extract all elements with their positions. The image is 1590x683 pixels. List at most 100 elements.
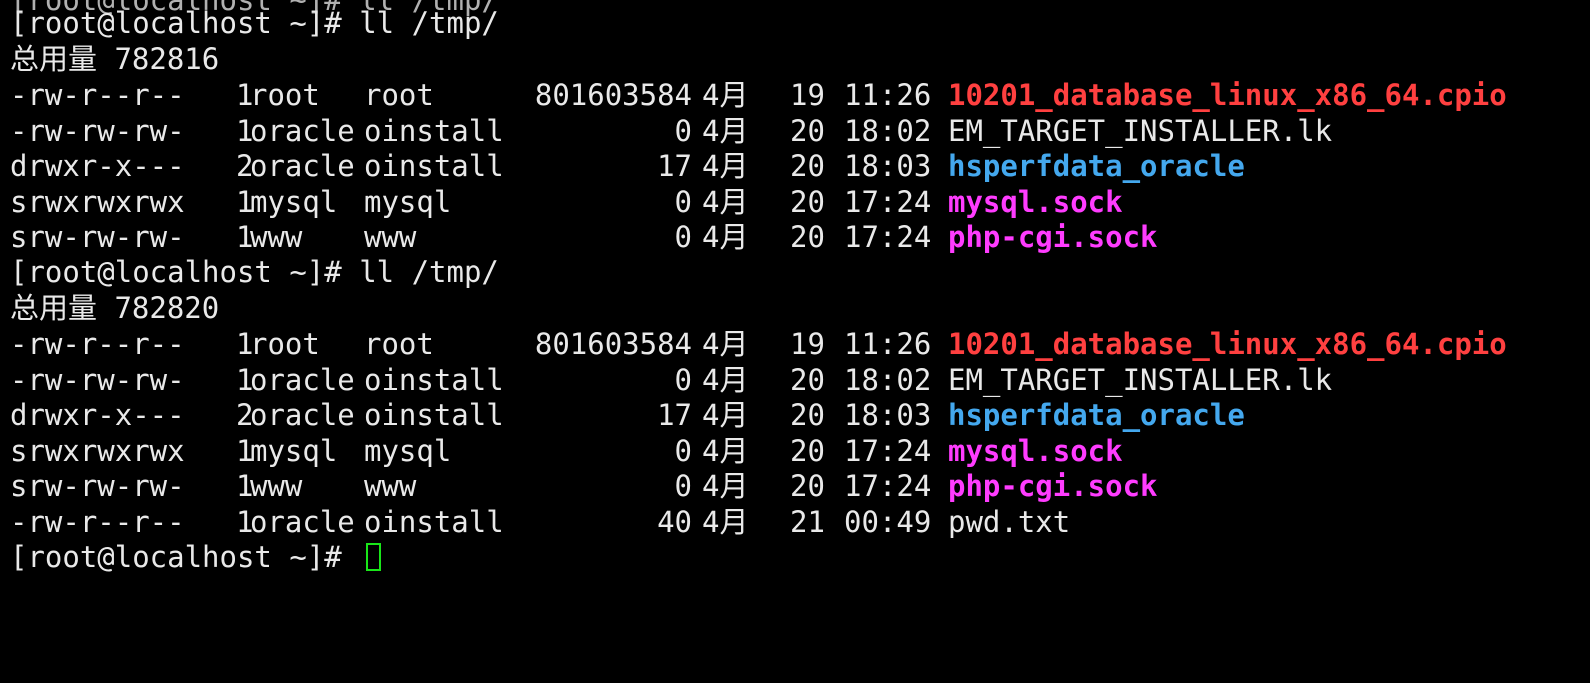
file-name-text[interactable]: pwd.txt [948,504,1070,540]
group-text: www [364,469,417,503]
day-text: 20 [790,398,825,432]
owner-text: mysql [250,184,338,219]
file-name-text[interactable]: php-cgi.sock [948,219,1158,255]
permissions-text: srw-rw-rw- [10,469,185,503]
owner-text: www [250,220,303,254]
file-name-text[interactable]: hsperfdata_oracle [948,397,1245,433]
file-name-text[interactable]: EM_TARGET_INSTALLER.lk [948,362,1332,398]
file-size-text: 801603584 [534,327,692,361]
group-text: root [364,327,434,361]
owner-text: oracle [250,504,355,539]
day-text: 20 [790,433,825,468]
time-text: 17:24 [844,469,932,503]
file-size-text: 0 [674,113,692,148]
month-text: 4月 [702,184,749,219]
group-text: oinstall [364,398,504,432]
day-text: 20 [790,220,825,254]
prompt-text: [root@localhost ~]# ll /tmp/ [10,255,499,289]
time-text: 11:26 [844,78,932,112]
file-name-text[interactable]: EM_TARGET_INSTALLER.lk [948,113,1332,149]
owner-text: oracle [250,149,355,183]
time-text: 18:02 [844,362,932,397]
month-text: 4月 [702,113,749,148]
group-text: mysql [364,433,452,468]
permissions-text: -rw-r--r-- [10,78,185,112]
command-prompt-2: [root@localhost ~]# ll /tmp/ [10,254,499,290]
time-text: 18:03 [844,149,932,183]
permissions-text: -rw-r--r-- [10,327,185,361]
permissions-text: srwxrwxrwx [10,184,185,219]
permissions-text: srw-rw-rw- [10,220,185,254]
prompt-text: [root@localhost ~]# ll /tmp/ [10,6,499,40]
month-text: 4月 [702,398,749,432]
terminal-cursor [366,543,381,571]
permissions-text: -rw-rw-rw- [10,113,185,148]
owner-text: mysql [250,433,338,468]
total-size-text: 总用量 782820 [10,291,220,325]
file-size-text: 0 [674,469,692,503]
owner-text: oracle [250,398,355,432]
total-size-text: 总用量 782816 [10,42,220,76]
prompt-text: [root@localhost ~]# [10,540,360,574]
day-text: 19 [790,78,825,112]
group-text: mysql [364,184,452,219]
file-size-text: 0 [674,433,692,468]
final-command-prompt[interactable]: [root@localhost ~]# [10,539,381,575]
file-size-text: 40 [657,504,692,539]
day-text: 19 [790,327,825,361]
owner-text: root [250,327,320,361]
permissions-text: -rw-rw-rw- [10,362,185,397]
month-text: 4月 [702,504,749,539]
file-size-text: 0 [674,220,692,254]
group-text: oinstall [364,149,504,183]
file-name-text[interactable]: mysql.sock [948,433,1123,469]
day-text: 20 [790,184,825,219]
group-text: oinstall [364,504,504,539]
file-size-text: 17 [657,149,692,183]
terminal-window[interactable]: [root@localhost ~]# ll /tmp/ [root@local… [0,0,1590,590]
file-size-text: 0 [674,184,692,219]
file-name-text[interactable]: 10201_database_linux_x86_64.cpio [948,326,1507,362]
time-text: 17:24 [844,184,932,219]
day-text: 20 [790,362,825,397]
month-text: 4月 [702,327,749,361]
month-text: 4月 [702,220,749,254]
file-name-text[interactable]: php-cgi.sock [948,468,1158,504]
permissions-text: -rw-r--r-- [10,504,185,539]
group-text: root [364,78,434,112]
total-size-2: 总用量 782820 [10,290,219,326]
total-size-1: 总用量 782816 [10,41,219,77]
group-text: oinstall [364,362,504,397]
file-size-text: 0 [674,362,692,397]
permissions-text: srwxrwxrwx [10,433,185,468]
day-text: 21 [790,504,825,539]
group-text: www [364,220,417,254]
file-size-text: 17 [657,398,692,432]
file-name-text[interactable]: mysql.sock [948,184,1123,220]
day-text: 20 [790,469,825,503]
day-text: 20 [790,149,825,183]
owner-text: root [250,78,320,112]
time-text: 18:02 [844,113,932,148]
file-size-text: 801603584 [534,78,692,112]
file-name-text[interactable]: 10201_database_linux_x86_64.cpio [948,77,1507,113]
time-text: 18:03 [844,398,932,432]
permissions-text: drwxr-x--- [10,149,185,183]
owner-text: oracle [250,113,355,148]
month-text: 4月 [702,433,749,468]
day-text: 20 [790,113,825,148]
time-text: 17:24 [844,433,932,468]
owner-text: www [250,469,303,503]
time-text: 17:24 [844,220,932,254]
time-text: 11:26 [844,327,932,361]
month-text: 4月 [702,469,749,503]
month-text: 4月 [702,362,749,397]
month-text: 4月 [702,149,749,183]
time-text: 00:49 [844,504,932,539]
command-prompt-1: [root@localhost ~]# ll /tmp/ [10,5,499,41]
month-text: 4月 [702,78,749,112]
owner-text: oracle [250,362,355,397]
group-text: oinstall [364,113,504,148]
permissions-text: drwxr-x--- [10,398,185,432]
file-name-text[interactable]: hsperfdata_oracle [948,148,1245,184]
